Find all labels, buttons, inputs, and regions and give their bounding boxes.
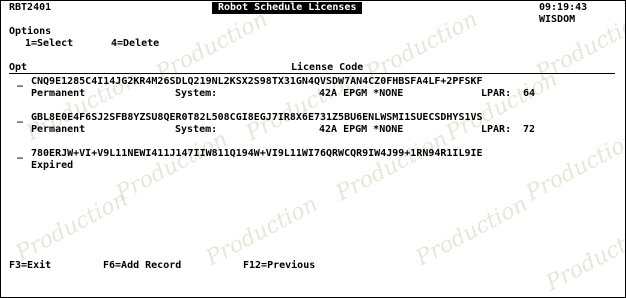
- terminal-screen: Production Production Production Product…: [0, 0, 626, 298]
- license-code-1: CNQ9E1285C4I14JG2KR4M26SDLQ219NL2KSX2S98…: [31, 76, 483, 87]
- screen-content: RBT2401 Robot Schedule Licenses 09:19:43…: [1, 1, 625, 297]
- lpar-label-1: LPAR:: [481, 88, 512, 99]
- options-heading: Options: [9, 26, 52, 37]
- clock-time: 09:19:43: [539, 2, 588, 13]
- license-type-1: Permanent: [31, 88, 86, 99]
- user-name: WISDOM: [539, 14, 576, 25]
- lpar-label-2: LPAR:: [481, 124, 512, 135]
- f6-add-record-key[interactable]: F6=Add Record: [103, 260, 181, 272]
- system-value-2: 42A EPGM *NONE: [319, 124, 404, 135]
- option-input-3[interactable]: _: [17, 148, 23, 160]
- option-input-1[interactable]: _: [17, 76, 23, 88]
- license-code-3: 780ERJW+VI+V9L11NEWI411J147IIW811Q194W+V…: [31, 148, 483, 159]
- page-title: Robot Schedule Licenses: [212, 2, 363, 14]
- lpar-value-1: 64: [523, 88, 536, 99]
- license-type-2: Permanent: [31, 124, 86, 135]
- license-type-3: Expired: [31, 160, 74, 171]
- license-code-2: GBL8E0E4F6SJ2SFB8YZSU8QER0T82L508CGI8EGJ…: [31, 112, 483, 123]
- system-label-2: System:: [175, 124, 218, 135]
- option-input-2[interactable]: _: [17, 112, 23, 124]
- system-value-1: 42A EPGM *NONE: [319, 88, 404, 99]
- header-divider: [9, 73, 615, 74]
- option-select: 1=Select: [25, 38, 74, 49]
- system-label-1: System:: [175, 88, 218, 99]
- option-delete: 4=Delete: [111, 38, 160, 49]
- f3-exit-key[interactable]: F3=Exit: [9, 260, 51, 272]
- f12-previous-key[interactable]: F12=Previous: [243, 260, 315, 272]
- lpar-value-2: 72: [523, 124, 536, 135]
- system-name: RBT2401: [9, 2, 52, 13]
